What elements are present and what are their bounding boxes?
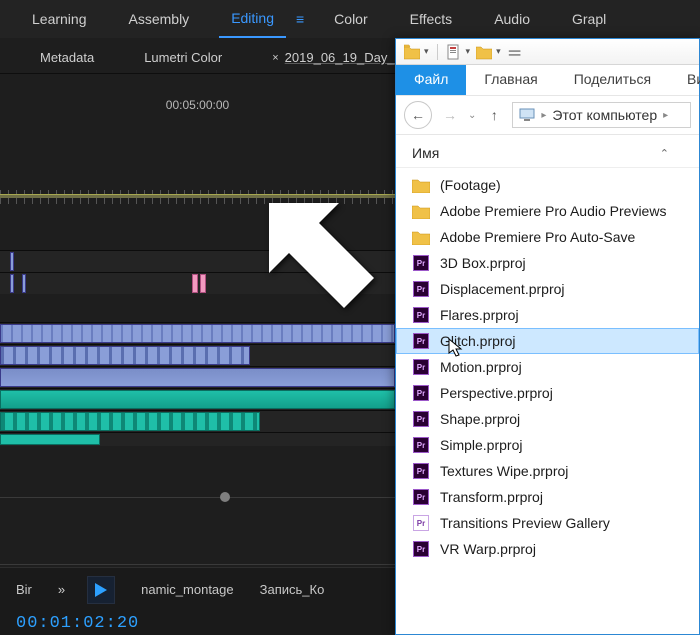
explorer-ribbon: Файл Главная Поделиться Вид [396,65,699,95]
tab-editing[interactable]: Editing [219,0,286,38]
file-name: Simple.prproj [440,437,522,453]
timeline-panel[interactable]: 00:05:00:00 [0,74,395,635]
folder-item[interactable]: Adobe Premiere Pro Auto-Save [396,224,699,250]
file-name: Flares.prproj [440,307,519,323]
ribbon-tab-share[interactable]: Поделиться [556,65,669,95]
folder-icon [412,202,430,220]
clip-name-1[interactable]: namic_montage [141,582,234,597]
folder-icon [404,44,420,60]
timecode[interactable]: 00:01:02:20 [0,610,395,633]
source-monitor-bar: Bir » namic_montage Запись_Ко 00:01:02:2… [0,567,395,635]
prproj-file-icon [412,384,430,402]
ribbon-tab-view[interactable]: Вид [669,65,700,95]
tab-color[interactable]: Color [322,1,379,37]
panel-tab-sequence[interactable]: × 2019_06_19_Day_s [262,44,411,73]
expand-icon[interactable]: » [58,582,65,597]
prproj-file-icon [412,410,430,428]
tab-effects[interactable]: Effects [398,1,465,37]
prproj-file-icon [412,514,430,532]
file-name: Transform.prproj [440,489,543,505]
file-item[interactable]: Displacement.prproj [396,276,699,302]
file-item[interactable]: Transform.prproj [396,484,699,510]
file-name: Transitions Preview Gallery [440,515,610,531]
column-header-row[interactable]: Имя ⌃ [396,135,699,168]
file-name: Adobe Premiere Pro Auto-Save [440,229,635,245]
prproj-file-icon [412,436,430,454]
time-ruler: 00:05:00:00 [0,74,395,116]
breadcrumb[interactable]: ▸ Этот компьютер ▸ [512,102,691,128]
nav-back-button[interactable]: ← [404,101,432,129]
panel-tab-lumetri[interactable]: Lumetri Color [134,44,232,73]
chevron-down-icon[interactable]: ▾ [496,46,501,57]
file-item[interactable]: Textures Wipe.prproj [396,458,699,484]
marker-strip [0,194,395,198]
prproj-file-icon [412,306,430,324]
scroll-thumb-icon[interactable] [220,492,230,502]
file-explorer-window: ▾ ▾ ▾ ＝ Файл Главная Поделиться Вид ← → … [395,38,700,635]
file-name: Motion.prproj [440,359,522,375]
prproj-file-icon [412,488,430,506]
prproj-file-icon [412,540,430,558]
folder-item[interactable]: (Footage) [396,172,699,198]
nav-forward-button[interactable]: → [436,101,464,129]
chevron-right-icon[interactable]: ▸ [663,110,668,121]
file-list[interactable]: (Footage) Adobe Premiere Pro Audio Previe… [396,168,699,566]
file-name: Textures Wipe.prproj [440,463,568,479]
prproj-file-icon [412,332,430,350]
file-item[interactable]: Glitch.prproj [396,328,699,354]
clip-name-2[interactable]: Запись_Ко [260,582,325,597]
close-icon[interactable]: × [272,52,278,64]
folder-item[interactable]: Adobe Premiere Pro Audio Previews [396,198,699,224]
properties-icon[interactable] [446,44,462,60]
ribbon-tab-file[interactable]: Файл [396,65,466,95]
workspace-tabs: Learning Assembly Editing ≡ Color Effect… [0,0,700,38]
file-item[interactable]: Flares.prproj [396,302,699,328]
file-name: Adobe Premiere Pro Audio Previews [440,203,666,219]
prproj-file-icon [412,358,430,376]
chevron-down-icon[interactable]: ▾ [466,46,471,57]
prproj-file-icon [412,254,430,272]
prproj-file-icon [412,280,430,298]
tab-assembly[interactable]: Assembly [117,1,202,37]
column-header-name[interactable]: Имя [412,145,439,161]
chevron-right-icon[interactable]: ▸ [541,110,546,121]
timeline-scrollbar[interactable] [0,497,395,498]
file-item[interactable]: Shape.prproj [396,406,699,432]
file-name: Perspective.prproj [440,385,553,401]
hamburger-icon[interactable]: ≡ [296,11,304,27]
file-item[interactable]: Transitions Preview Gallery [396,510,699,536]
chevron-down-icon[interactable]: ⌄ [468,110,476,121]
prproj-file-icon [412,462,430,480]
tab-learning[interactable]: Learning [20,1,99,37]
ribbon-tab-home[interactable]: Главная [466,65,555,95]
folder-icon[interactable] [476,44,492,60]
file-name: Displacement.prproj [440,281,565,297]
folder-icon [412,176,430,194]
file-item[interactable]: VR Warp.prproj [396,536,699,562]
panel-tab-metadata[interactable]: Metadata [30,44,104,73]
overflow-icon[interactable]: ＝ [507,40,523,64]
file-item[interactable]: Perspective.prproj [396,380,699,406]
file-name: VR Warp.prproj [440,541,536,557]
computer-icon [519,108,535,122]
explorer-titlebar[interactable]: ▾ ▾ ▾ ＝ [396,39,699,65]
bin-label[interactable]: Bir [16,582,32,597]
file-name: 3D Box.prproj [440,255,526,271]
sort-ascending-icon[interactable]: ⌃ [660,147,669,160]
file-name: Shape.prproj [440,411,520,427]
file-name: (Footage) [440,177,501,193]
file-name: Glitch.prproj [440,333,515,349]
folder-icon [412,228,430,246]
file-item[interactable]: Motion.prproj [396,354,699,380]
tab-graphics[interactable]: Grapl [560,1,618,37]
play-button[interactable] [87,576,115,604]
nav-up-button[interactable]: ↑ [480,101,508,129]
explorer-nav: ← → ⌄ ↑ ▸ Этот компьютер ▸ [396,95,699,135]
file-item[interactable]: Simple.prproj [396,432,699,458]
file-item[interactable]: 3D Box.prproj [396,250,699,276]
tab-audio[interactable]: Audio [482,1,542,37]
breadcrumb-item[interactable]: Этот компьютер [552,107,657,123]
chevron-down-icon[interactable]: ▾ [424,46,429,57]
sequence-name: 2019_06_19_Day_s [285,50,401,65]
